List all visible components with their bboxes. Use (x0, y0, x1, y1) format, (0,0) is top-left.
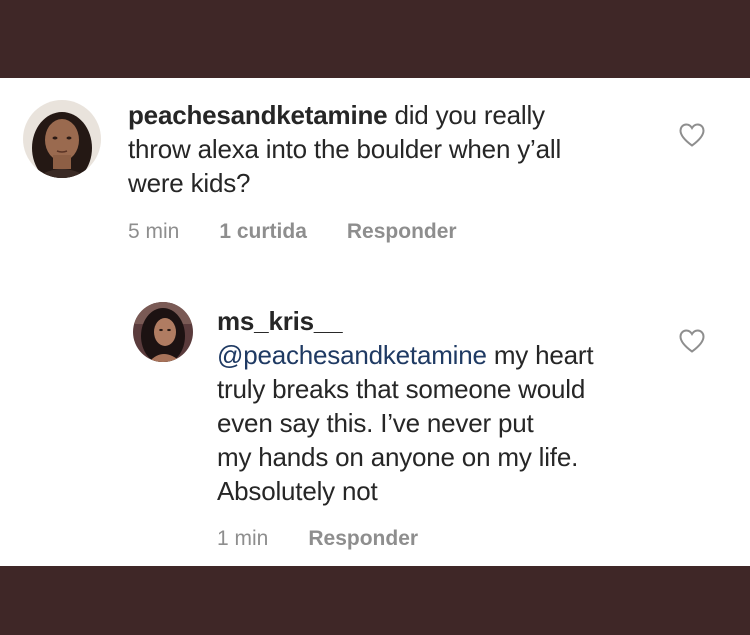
comment-text-line: did you really (394, 100, 545, 130)
comment-time: 5 min (128, 220, 180, 243)
comment-body: peachesandketamine did you really throw … (128, 98, 561, 200)
avatar-photo (23, 100, 101, 178)
comment-likes-link[interactable]: 1 curtida (219, 220, 307, 243)
heart-outline-icon[interactable] (678, 122, 706, 148)
comment-text-line: throw alexa into the boulder when y’all (128, 134, 562, 164)
top-frame-bar (0, 0, 750, 78)
comment-text-line: were kids? (128, 168, 251, 198)
heart-outline-icon[interactable] (678, 328, 706, 354)
avatar-photo (133, 302, 193, 362)
reply-text-line: Absolutely not (217, 476, 378, 506)
avatar[interactable] (23, 100, 101, 178)
reply-text-line: even say this. I’ve never put (217, 408, 534, 438)
reply-time: 1 min (217, 527, 269, 550)
reply-text-line: my hands on anyone on my life. (217, 442, 579, 472)
reply-button[interactable]: Responder (347, 220, 457, 243)
reply-button[interactable]: Responder (308, 527, 418, 550)
mention-link[interactable]: @peachesandketamine (217, 340, 487, 370)
comment-meta: 5 min 1 curtida Responder (128, 220, 497, 244)
comments-panel: peachesandketamine did you really throw … (0, 78, 750, 566)
reply-username[interactable]: ms_kris__ (217, 304, 593, 338)
reply-body: ms_kris__ @peachesandketamine my heart t… (217, 304, 594, 508)
reply-text-line: my heart (493, 340, 594, 370)
comment-username[interactable]: peachesandketamine (128, 100, 388, 130)
avatar[interactable] (133, 302, 193, 362)
reply-meta: 1 min Responder (217, 527, 458, 551)
bottom-frame-bar (0, 566, 750, 635)
reply-text-line: truly breaks that someone would (217, 374, 586, 404)
